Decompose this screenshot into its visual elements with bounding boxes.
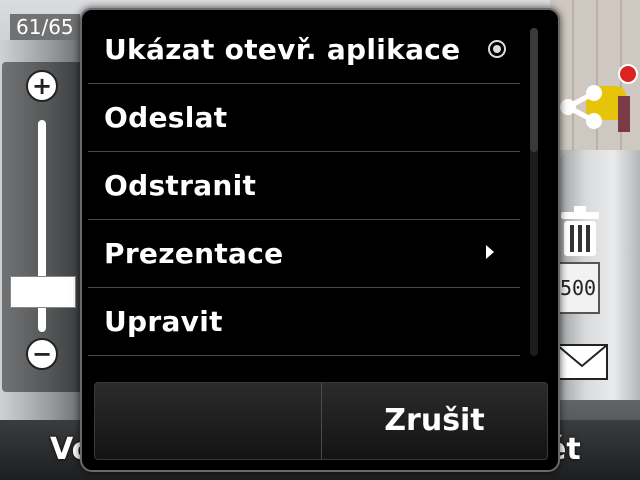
softkey-bar: Zrušit xyxy=(94,382,548,460)
options-menu-list: Ukázat otevř. aplikace Odeslat Odstranit… xyxy=(88,16,520,356)
person xyxy=(618,96,630,132)
plus-icon: + xyxy=(31,72,53,100)
traffic-sign xyxy=(618,64,638,84)
menu-item-label: Upravit xyxy=(104,305,223,338)
menu-item-edit[interactable]: Upravit xyxy=(88,288,520,356)
mail-icon[interactable] xyxy=(556,344,608,380)
chevron-right-icon xyxy=(486,245,494,259)
zoom-in-button[interactable]: + xyxy=(26,70,58,102)
menu-scrollbar[interactable] xyxy=(530,28,538,356)
trash-icon[interactable] xyxy=(558,204,602,258)
zoom-out-button[interactable]: − xyxy=(26,338,58,370)
cancel-button[interactable]: Zrušit xyxy=(322,383,547,459)
license-plate: 500 xyxy=(556,262,600,314)
image-counter: 61/65 xyxy=(10,14,80,40)
radio-selected-icon xyxy=(488,40,506,58)
zoom-slider-handle[interactable] xyxy=(10,276,76,309)
left-softkey[interactable] xyxy=(95,383,322,459)
menu-item-label: Prezentace xyxy=(104,237,284,270)
zoom-control[interactable]: + − xyxy=(2,62,82,392)
minus-icon: − xyxy=(31,340,53,368)
menu-item-slideshow[interactable]: Prezentace xyxy=(88,220,520,288)
menu-scrollbar-thumb[interactable] xyxy=(530,28,538,152)
menu-item-label: Ukázat otevř. aplikace xyxy=(104,33,461,66)
menu-item-label: Odeslat xyxy=(104,101,228,134)
options-menu-popup: Ukázat otevř. aplikace Odeslat Odstranit… xyxy=(80,8,560,472)
menu-item-show-open-apps[interactable]: Ukázat otevř. aplikace xyxy=(88,16,520,84)
menu-item-label: Odstranit xyxy=(104,169,257,202)
menu-item-delete[interactable]: Odstranit xyxy=(88,152,520,220)
share-icon[interactable] xyxy=(556,82,606,132)
menu-item-send[interactable]: Odeslat xyxy=(88,84,520,152)
